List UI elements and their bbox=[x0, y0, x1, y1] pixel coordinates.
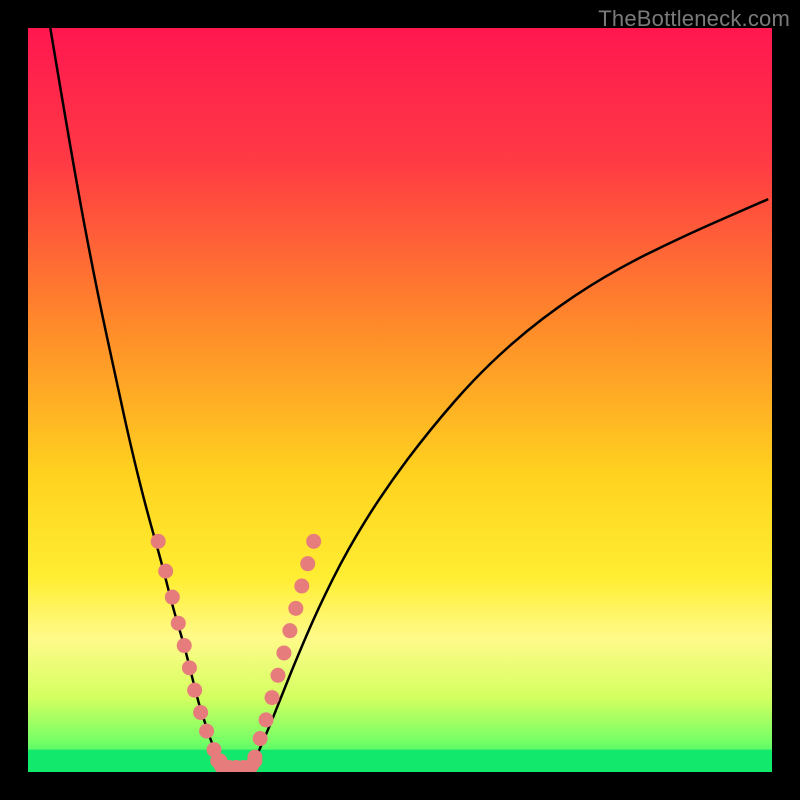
data-point bbox=[171, 616, 186, 631]
green-band bbox=[28, 750, 772, 772]
chart-frame bbox=[28, 28, 772, 772]
data-point bbox=[294, 579, 309, 594]
data-point bbox=[265, 690, 280, 705]
data-point bbox=[182, 660, 197, 675]
data-point bbox=[193, 705, 208, 720]
data-point bbox=[300, 556, 315, 571]
data-point bbox=[276, 645, 291, 660]
data-point bbox=[306, 534, 321, 549]
data-point bbox=[199, 724, 214, 739]
data-point bbox=[210, 753, 225, 768]
data-point bbox=[288, 601, 303, 616]
data-point bbox=[187, 683, 202, 698]
data-point bbox=[247, 753, 262, 768]
data-point bbox=[270, 668, 285, 683]
data-point bbox=[253, 731, 268, 746]
data-point bbox=[151, 534, 166, 549]
bottleneck-chart bbox=[28, 28, 772, 772]
data-point bbox=[282, 623, 297, 638]
data-point bbox=[165, 590, 180, 605]
gradient-background bbox=[28, 28, 772, 772]
data-point bbox=[158, 564, 173, 579]
data-point bbox=[177, 638, 192, 653]
data-point bbox=[259, 712, 274, 727]
